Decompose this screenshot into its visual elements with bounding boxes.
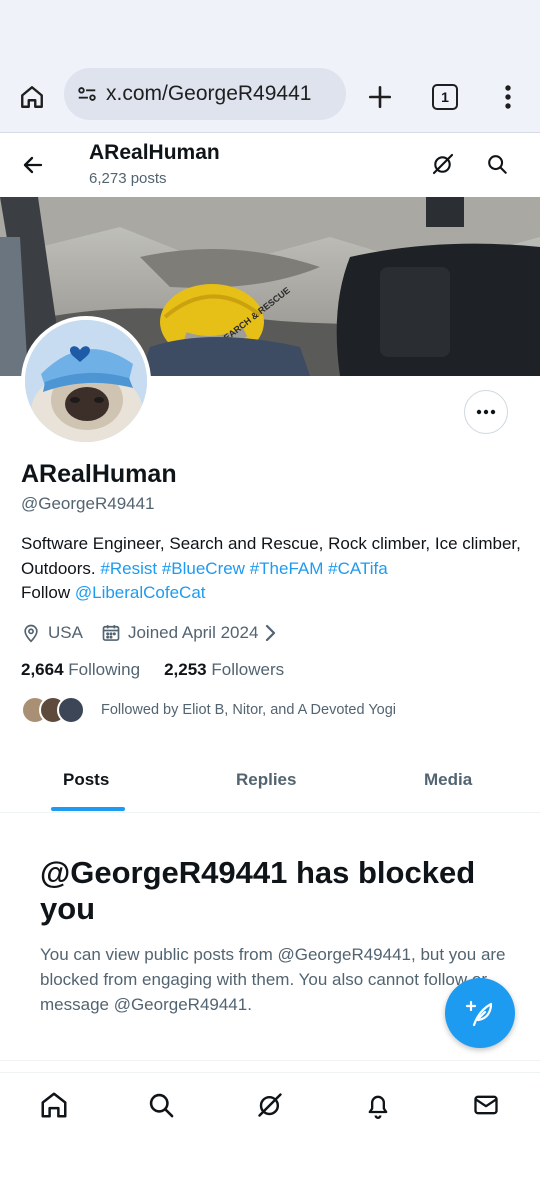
following-link[interactable]: 2,664 Following [21, 660, 140, 680]
search-icon [488, 155, 507, 174]
back-arrow-icon [23, 156, 43, 174]
hashtag-link[interactable]: #Resist [100, 559, 157, 578]
browser-toolbar: x.com/GeorgeR49441 1 [0, 60, 540, 133]
calendar-icon [102, 625, 120, 641]
search-icon [149, 1093, 174, 1118]
header-post-count: 6,273 posts [89, 170, 167, 187]
nav-messages[interactable] [468, 1087, 504, 1123]
nav-home[interactable] [36, 1087, 72, 1123]
grok-icon [432, 153, 454, 175]
more-icon [476, 409, 496, 415]
browser-menu-button[interactable] [490, 79, 526, 115]
blocked-message: You can view public posts from @GeorgeR4… [40, 945, 506, 1014]
site-settings-icon[interactable] [76, 83, 98, 105]
active-tab-indicator [51, 807, 125, 811]
tab-replies[interactable]: Replies [236, 770, 296, 790]
follower-avatar [57, 696, 85, 724]
profile-tabs: Posts Replies Media [0, 754, 540, 813]
mention-link[interactable]: @LiberalCofeCat [75, 583, 206, 602]
tab-media[interactable]: Media [424, 770, 472, 790]
profile-handle: @GeorgeR49441 [21, 494, 155, 513]
profile-meta: USA Joined April 2024 [21, 620, 278, 646]
avatar[interactable] [21, 316, 151, 446]
bio-follow-text: Follow [21, 583, 71, 602]
content-divider [0, 1060, 540, 1061]
nav-notifications[interactable] [360, 1087, 396, 1123]
following-count: 2,664 [21, 660, 64, 679]
back-button[interactable] [14, 146, 52, 184]
browser-home-button[interactable] [14, 79, 50, 115]
location-pin-icon [24, 624, 38, 643]
chevron-right-icon[interactable] [264, 624, 278, 642]
new-tab-button[interactable] [362, 79, 398, 115]
kebab-menu-icon [505, 85, 511, 109]
following-label: Following [68, 660, 141, 679]
grok-button[interactable] [424, 145, 462, 183]
compose-post-button[interactable] [445, 978, 515, 1048]
notifications-bell-icon [368, 1095, 388, 1119]
followed-by-text: Followed by Eliot B, Nitor, and A Devote… [101, 702, 397, 718]
hashtag-link[interactable]: #CATifa [328, 559, 388, 578]
profile-bio: Software Engineer, Search and Rescue, Ro… [21, 532, 521, 606]
followers-count: 2,253 [164, 660, 207, 679]
messages-envelope-icon [474, 1095, 498, 1115]
profile-display-name: ARealHuman [21, 460, 177, 488]
address-bar[interactable]: x.com/GeorgeR49441 [64, 68, 346, 120]
hashtag-link[interactable]: #TheFAM [250, 559, 324, 578]
avatar-photo [25, 320, 147, 442]
header-display-name: ARealHuman [89, 141, 220, 164]
compose-post-icon [465, 1000, 493, 1027]
header-search-button[interactable] [478, 145, 516, 183]
url-text[interactable]: x.com/GeorgeR49441 [106, 82, 311, 106]
followed-by-row[interactable]: Followed by Eliot B, Nitor, and A Devote… [21, 696, 396, 724]
bottom-navigation [0, 1072, 540, 1139]
profile-joined-date[interactable]: Joined April 2024 [128, 623, 258, 643]
home-icon [41, 1092, 67, 1118]
plus-icon [368, 85, 392, 109]
followers-label: Followers [211, 660, 285, 679]
hashtag-link[interactable]: #BlueCrew [162, 559, 245, 578]
followers-link[interactable]: 2,253 Followers [164, 660, 284, 680]
tab-posts[interactable]: Posts [63, 770, 109, 790]
home-icon [21, 86, 43, 108]
follow-stats: 2,664 Following 2,253 Followers [21, 660, 284, 680]
profile-more-button[interactable] [464, 390, 508, 434]
nav-grok[interactable] [252, 1087, 288, 1123]
status-bar [0, 0, 540, 60]
profile-location: USA [48, 623, 83, 642]
blocked-title: @GeorgeR49441 has blocked you [40, 855, 476, 926]
tab-switcher-icon: 1 [432, 84, 458, 110]
grok-icon [258, 1093, 282, 1117]
nav-search[interactable] [143, 1087, 179, 1123]
profile-header-bar: ARealHuman 6,273 posts [0, 133, 540, 197]
tab-switcher-button[interactable]: 1 [427, 79, 463, 115]
